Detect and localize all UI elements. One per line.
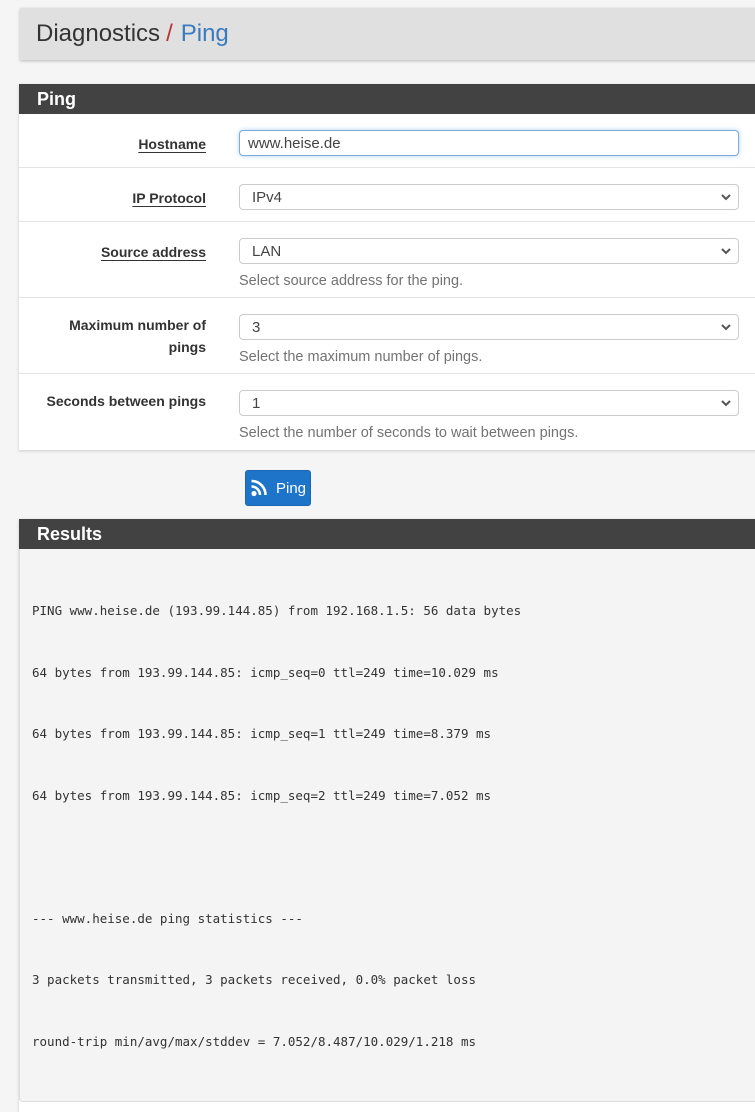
breadcrumb-parent[interactable]: Diagnostics bbox=[36, 20, 160, 48]
seconds-between-help: Select the number of seconds to wait bet… bbox=[239, 425, 579, 441]
max-pings-row: Maximum number of pings 3 Select the max… bbox=[19, 298, 755, 374]
chevron-down-icon bbox=[721, 194, 731, 201]
source-address-select[interactable]: LAN bbox=[239, 238, 739, 264]
max-pings-select[interactable]: 3 bbox=[239, 314, 739, 340]
max-pings-label-line2: pings bbox=[168, 339, 206, 355]
breadcrumb: Diagnostics / Ping bbox=[20, 8, 755, 60]
source-address-label: Source address bbox=[100, 244, 206, 260]
ip-protocol-label: IP Protocol bbox=[132, 190, 206, 206]
output-line: --- www.heise.de ping statistics --- bbox=[32, 910, 303, 926]
ip-protocol-value: IPv4 bbox=[252, 188, 283, 206]
hostname-input[interactable]: www.heise.de bbox=[239, 130, 739, 156]
breadcrumb-current[interactable]: Ping bbox=[181, 20, 229, 48]
ping-panel: Ping Hostname www.heise.de IP Protocol I… bbox=[19, 84, 755, 450]
output-line: round-trip min/avg/max/stddev = 7.052/8.… bbox=[32, 1033, 477, 1049]
results-panel-title: Results bbox=[19, 519, 755, 549]
output-line: 64 bytes from 193.99.144.85: icmp_seq=1 … bbox=[32, 726, 492, 741]
output-line: 64 bytes from 193.99.144.85: icmp_seq=0 … bbox=[32, 664, 499, 680]
hostname-row: Hostname www.heise.de bbox=[19, 114, 755, 168]
output-line: 3 packets transmitted, 3 packets receive… bbox=[32, 972, 477, 987]
output-line: 64 bytes from 193.99.144.85: icmp_seq=2 … bbox=[32, 787, 492, 803]
rss-icon bbox=[251, 479, 267, 497]
source-address-row: Source address LAN Select source address… bbox=[19, 222, 755, 298]
chevron-down-icon bbox=[721, 324, 731, 331]
ping-button-label: Ping bbox=[275, 479, 307, 497]
output-line: PING www.heise.de (193.99.144.85) from 1… bbox=[32, 603, 522, 618]
max-pings-value: 3 bbox=[252, 318, 261, 336]
seconds-between-label: Seconds between pings bbox=[46, 393, 206, 409]
source-address-help: Select source address for the ping. bbox=[239, 273, 464, 289]
ip-protocol-row: IP Protocol IPv4 bbox=[19, 168, 755, 222]
max-pings-help: Select the maximum number of pings. bbox=[239, 349, 483, 365]
results-output: PING www.heise.de (193.99.144.85) from 1… bbox=[19, 549, 755, 1102]
breadcrumb-separator: / bbox=[166, 20, 173, 47]
hostname-label: Hostname bbox=[138, 136, 206, 152]
chevron-down-icon bbox=[721, 400, 731, 407]
ip-protocol-select[interactable]: IPv4 bbox=[239, 184, 739, 210]
seconds-between-select[interactable]: 1 bbox=[239, 390, 739, 416]
chevron-down-icon bbox=[721, 248, 731, 255]
ping-panel-title: Ping bbox=[19, 84, 755, 114]
output-line: ​ bbox=[32, 847, 755, 868]
ping-button[interactable]: Ping bbox=[245, 470, 311, 506]
results-panel: Results PING www.heise.de (193.99.144.85… bbox=[19, 519, 755, 1112]
max-pings-label-line1: Maximum number of bbox=[69, 317, 206, 333]
seconds-between-row: Seconds between pings 1 Select the numbe… bbox=[19, 374, 755, 450]
source-address-value: LAN bbox=[252, 242, 282, 260]
seconds-between-value: 1 bbox=[252, 394, 261, 412]
